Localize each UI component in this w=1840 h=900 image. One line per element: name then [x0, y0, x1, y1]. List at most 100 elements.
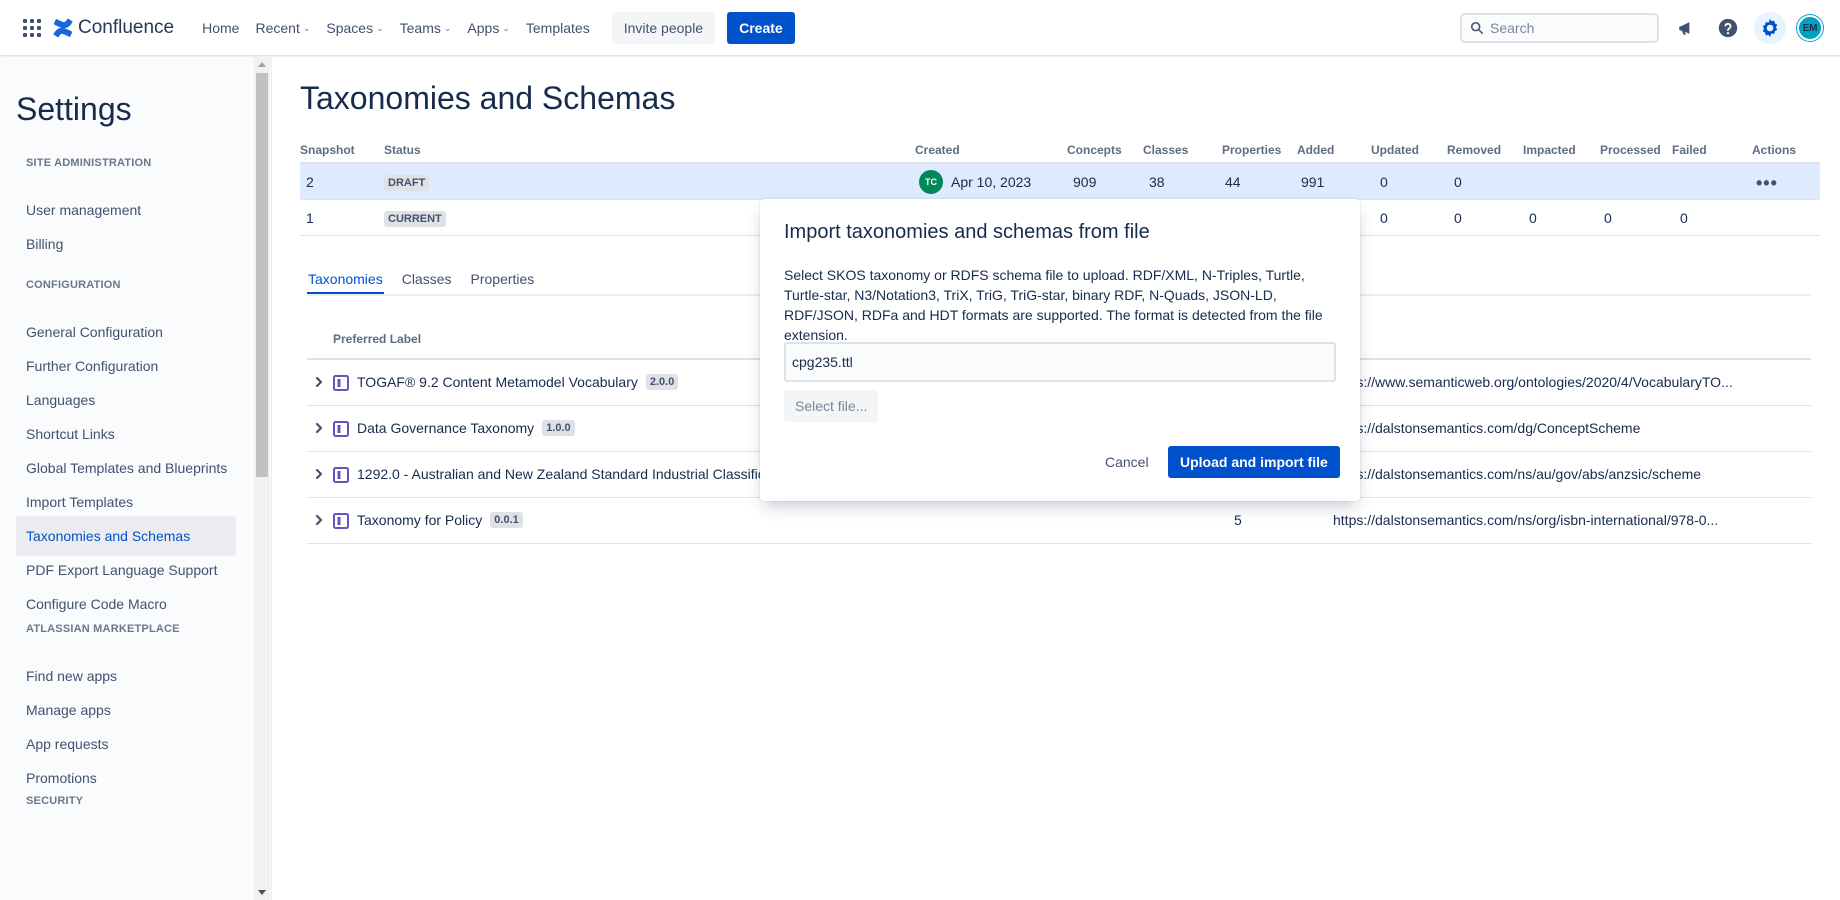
- page-title: Taxonomies and Schemas: [300, 80, 676, 116]
- cell-properties: 44: [1225, 174, 1241, 190]
- sidebar-item-billing[interactable]: Billing: [16, 224, 236, 264]
- help-button[interactable]: [1712, 12, 1744, 44]
- logo-text: Confluence: [78, 16, 175, 38]
- help-icon: [1718, 18, 1738, 38]
- settings-sidebar: Settings SITE ADMINISTRATION User managem…: [0, 57, 272, 900]
- chevron-right-icon[interactable]: [314, 375, 324, 391]
- status-badge: DRAFT: [384, 175, 430, 191]
- nav-label: Spaces: [326, 19, 374, 36]
- top-icons: EM: [1670, 12, 1823, 44]
- cell-updated: 0: [1380, 174, 1388, 190]
- import-dialog: Import taxonomies and schemas from file …: [760, 199, 1360, 501]
- cell-updated: 0: [1380, 210, 1388, 226]
- cell-created: Apr 10, 2023: [951, 174, 1032, 190]
- search-box[interactable]: [1460, 13, 1659, 43]
- sidebar-scrollbar[interactable]: [254, 57, 270, 900]
- dialog-title: Import taxonomies and schemas from file: [784, 221, 1150, 243]
- taxonomy-label[interactable]: Taxonomy for Policy 0.0.1: [357, 512, 523, 528]
- sidebar-item-configure-code-macro[interactable]: Configure Code Macro: [16, 584, 236, 624]
- column-header-properties: Properties: [1222, 143, 1282, 157]
- taxonomy-uri: https://dalstonsemantics.com/ns/au/gov/a…: [1333, 466, 1702, 482]
- column-header-impacted: Impacted: [1523, 143, 1576, 157]
- cell-classes: 38: [1149, 174, 1165, 190]
- user-avatar[interactable]: EM: [1797, 15, 1823, 41]
- taxonomy-icon: [333, 375, 349, 394]
- column-header-updated: Updated: [1371, 143, 1419, 157]
- taxonomy-label[interactable]: 1292.0 - Australian and New Zealand Stan…: [357, 466, 773, 482]
- nav-home[interactable]: Home: [194, 12, 247, 44]
- scroll-up-icon[interactable]: [258, 62, 266, 67]
- confluence-logo[interactable]: Confluence: [52, 17, 174, 39]
- tab-taxonomies[interactable]: Taxonomies: [307, 264, 384, 294]
- settings-button[interactable]: [1754, 12, 1786, 44]
- create-button[interactable]: Create: [727, 11, 795, 44]
- version-badge: 0.0.1: [490, 512, 523, 528]
- cancel-button[interactable]: Cancel: [1094, 446, 1160, 478]
- invite-people-button[interactable]: Invite people: [611, 11, 716, 44]
- taxonomy-name: Data Governance Taxonomy: [357, 420, 535, 436]
- column-header-classes: Classes: [1143, 143, 1189, 157]
- status-badge: CURRENT: [384, 211, 446, 227]
- cell-removed: 0: [1454, 174, 1462, 190]
- megaphone-icon: [1679, 22, 1690, 35]
- table-row[interactable]: Taxonomy for Policy 0.0.1 5 https://dalston…: [307, 498, 1811, 544]
- scroll-down-icon[interactable]: [258, 890, 266, 895]
- nav-teams[interactable]: Teams ⌄: [392, 12, 460, 44]
- file-name-field[interactable]: [784, 342, 1336, 382]
- taxonomy-icon: [333, 467, 349, 486]
- nav-templates[interactable]: Templates: [518, 12, 598, 44]
- tab-classes[interactable]: Classes: [401, 264, 453, 294]
- taxonomy-uri: https://dalstonsemantics.com/ns/org/isbn…: [1333, 512, 1719, 528]
- version-badge: 1.0.0: [542, 420, 575, 436]
- taxonomy-count: 5: [1234, 512, 1242, 528]
- cell-snapshot: 1: [306, 210, 314, 226]
- scrollbar-thumb[interactable]: [256, 73, 268, 477]
- taxonomy-uri: https://dalstonsemantics.com/dg/ConceptS…: [1333, 420, 1641, 436]
- column-header-status: Status: [384, 143, 421, 157]
- cell-added: 991: [1301, 174, 1325, 190]
- cell-snapshot: 2: [306, 174, 314, 190]
- cell-failed: 0: [1680, 210, 1688, 226]
- column-header-actions: Actions: [1752, 143, 1797, 157]
- sidebar-item-promotions[interactable]: Promotions: [16, 758, 236, 798]
- taxonomy-name: 1292.0 - Australian and New Zealand Stan…: [357, 466, 773, 482]
- chevron-down-icon: ⌄: [443, 23, 452, 33]
- sidebar-section-heading: ATLASSIAN MARKETPLACE: [26, 623, 180, 635]
- tab-properties[interactable]: Properties: [470, 264, 536, 294]
- nav-label: Recent: [255, 19, 300, 36]
- more-actions-icon[interactable]: •••: [1756, 174, 1778, 192]
- nav-label: Teams: [399, 19, 441, 36]
- nav-spaces[interactable]: Spaces ⌄: [318, 12, 391, 44]
- search-input[interactable]: [1490, 20, 1640, 36]
- cell-removed: 0: [1454, 210, 1462, 226]
- notifications-button[interactable]: [1670, 12, 1702, 44]
- taxonomy-label[interactable]: Data Governance Taxonomy 1.0.0: [357, 420, 575, 436]
- column-header-removed: Removed: [1447, 143, 1502, 157]
- upload-and-import-button[interactable]: Upload and import file: [1168, 446, 1340, 478]
- taxonomy-icon: [333, 421, 349, 440]
- chevron-down-icon: ⌄: [302, 23, 311, 33]
- dialog-description: Select SKOS taxonomy or RDFS schema file…: [784, 267, 1323, 343]
- nav-label: Templates: [525, 19, 590, 36]
- column-header-created: Created: [915, 143, 960, 157]
- primary-nav: Home Recent ⌄ Spaces ⌄ Teams ⌄ Apps ⌄ Templates: [194, 0, 598, 56]
- taxonomy-name: TOGAF® 9.2 Content Metamodel Vocabulary: [357, 374, 638, 390]
- chevron-right-icon[interactable]: [314, 421, 324, 437]
- snapshot-table-header: Snapshot Status Created Concepts Classes Prop…: [300, 140, 1820, 164]
- table-row[interactable]: 2 DRAFT Apr 10, 2023 909 38 44 991 0 0 ••• TC: [300, 164, 1820, 200]
- cell-impacted: 0: [1529, 210, 1537, 226]
- sidebar-title: Settings: [16, 91, 132, 127]
- taxonomy-label[interactable]: TOGAF® 9.2 Content Metamodel Vocabulary 2…: [357, 374, 679, 390]
- chevron-right-icon[interactable]: [314, 513, 324, 529]
- select-file-button[interactable]: Select file...: [784, 390, 879, 422]
- tabs: Taxonomies Classes Properties: [307, 264, 535, 294]
- column-header-preferred-label[interactable]: Preferred Label: [333, 332, 421, 346]
- search-icon: [1470, 21, 1484, 35]
- nav-apps[interactable]: Apps ⌄: [459, 12, 517, 44]
- status-cell: CURRENT: [384, 209, 446, 227]
- nav-recent[interactable]: Recent ⌄: [247, 12, 318, 44]
- app-switcher-icon[interactable]: [22, 18, 42, 38]
- sidebar-section-heading: SITE ADMINISTRATION: [26, 157, 152, 169]
- chevron-right-icon[interactable]: [314, 467, 324, 483]
- column-header-failed: Failed: [1672, 143, 1707, 157]
